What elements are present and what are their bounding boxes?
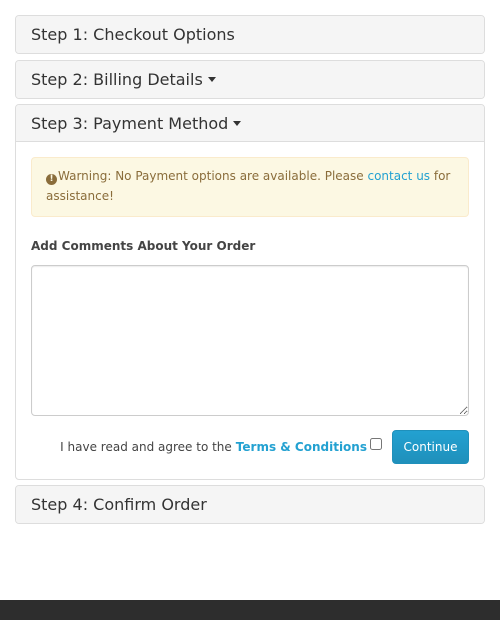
step3-panel: Step 3: Payment Method ! Warning: No Paym…: [15, 104, 485, 480]
step4-heading[interactable]: Step 4: Confirm Order: [16, 486, 484, 523]
comments-label: Add Comments About Your Order: [31, 239, 256, 253]
contact-us-link[interactable]: contact us: [367, 169, 430, 183]
step1-heading[interactable]: Step 1: Checkout Options: [16, 16, 484, 53]
step1-title: Step 1: Checkout Options: [31, 25, 235, 44]
exclamation-circle-icon: !: [46, 174, 57, 185]
continue-button[interactable]: Continue: [392, 430, 469, 464]
agree-text: I have read and agree to the: [60, 440, 232, 454]
step4-panel: Step 4: Confirm Order: [15, 485, 485, 524]
step2-panel: Step 2: Billing Details: [15, 60, 485, 99]
agree-row: I have read and agree to the Terms & Con…: [31, 430, 469, 464]
caret-down-icon: [233, 120, 242, 126]
warning-text-before: Warning: No Payment options are availabl…: [58, 169, 368, 183]
caret-down-icon: [207, 77, 216, 82]
payment-warning-alert: ! Warning: No Payment options are availab…: [31, 157, 469, 217]
agree-checkbox[interactable]: [370, 438, 382, 450]
step4-title: Step 4: Confirm Order: [31, 495, 207, 514]
step3-body: ! Warning: No Payment options are availab…: [16, 142, 484, 479]
step1-panel: Step 1: Checkout Options: [15, 15, 485, 54]
step3-title: Step 3: Payment Method: [31, 113, 229, 133]
order-comments-textarea[interactable]: [31, 265, 469, 416]
page-footer: [0, 600, 500, 620]
terms-conditions-link[interactable]: Terms & Conditions: [236, 440, 367, 454]
step2-heading[interactable]: Step 2: Billing Details: [16, 61, 484, 98]
step2-title: Step 2: Billing Details: [31, 70, 203, 89]
step3-heading[interactable]: Step 3: Payment Method: [16, 105, 484, 142]
